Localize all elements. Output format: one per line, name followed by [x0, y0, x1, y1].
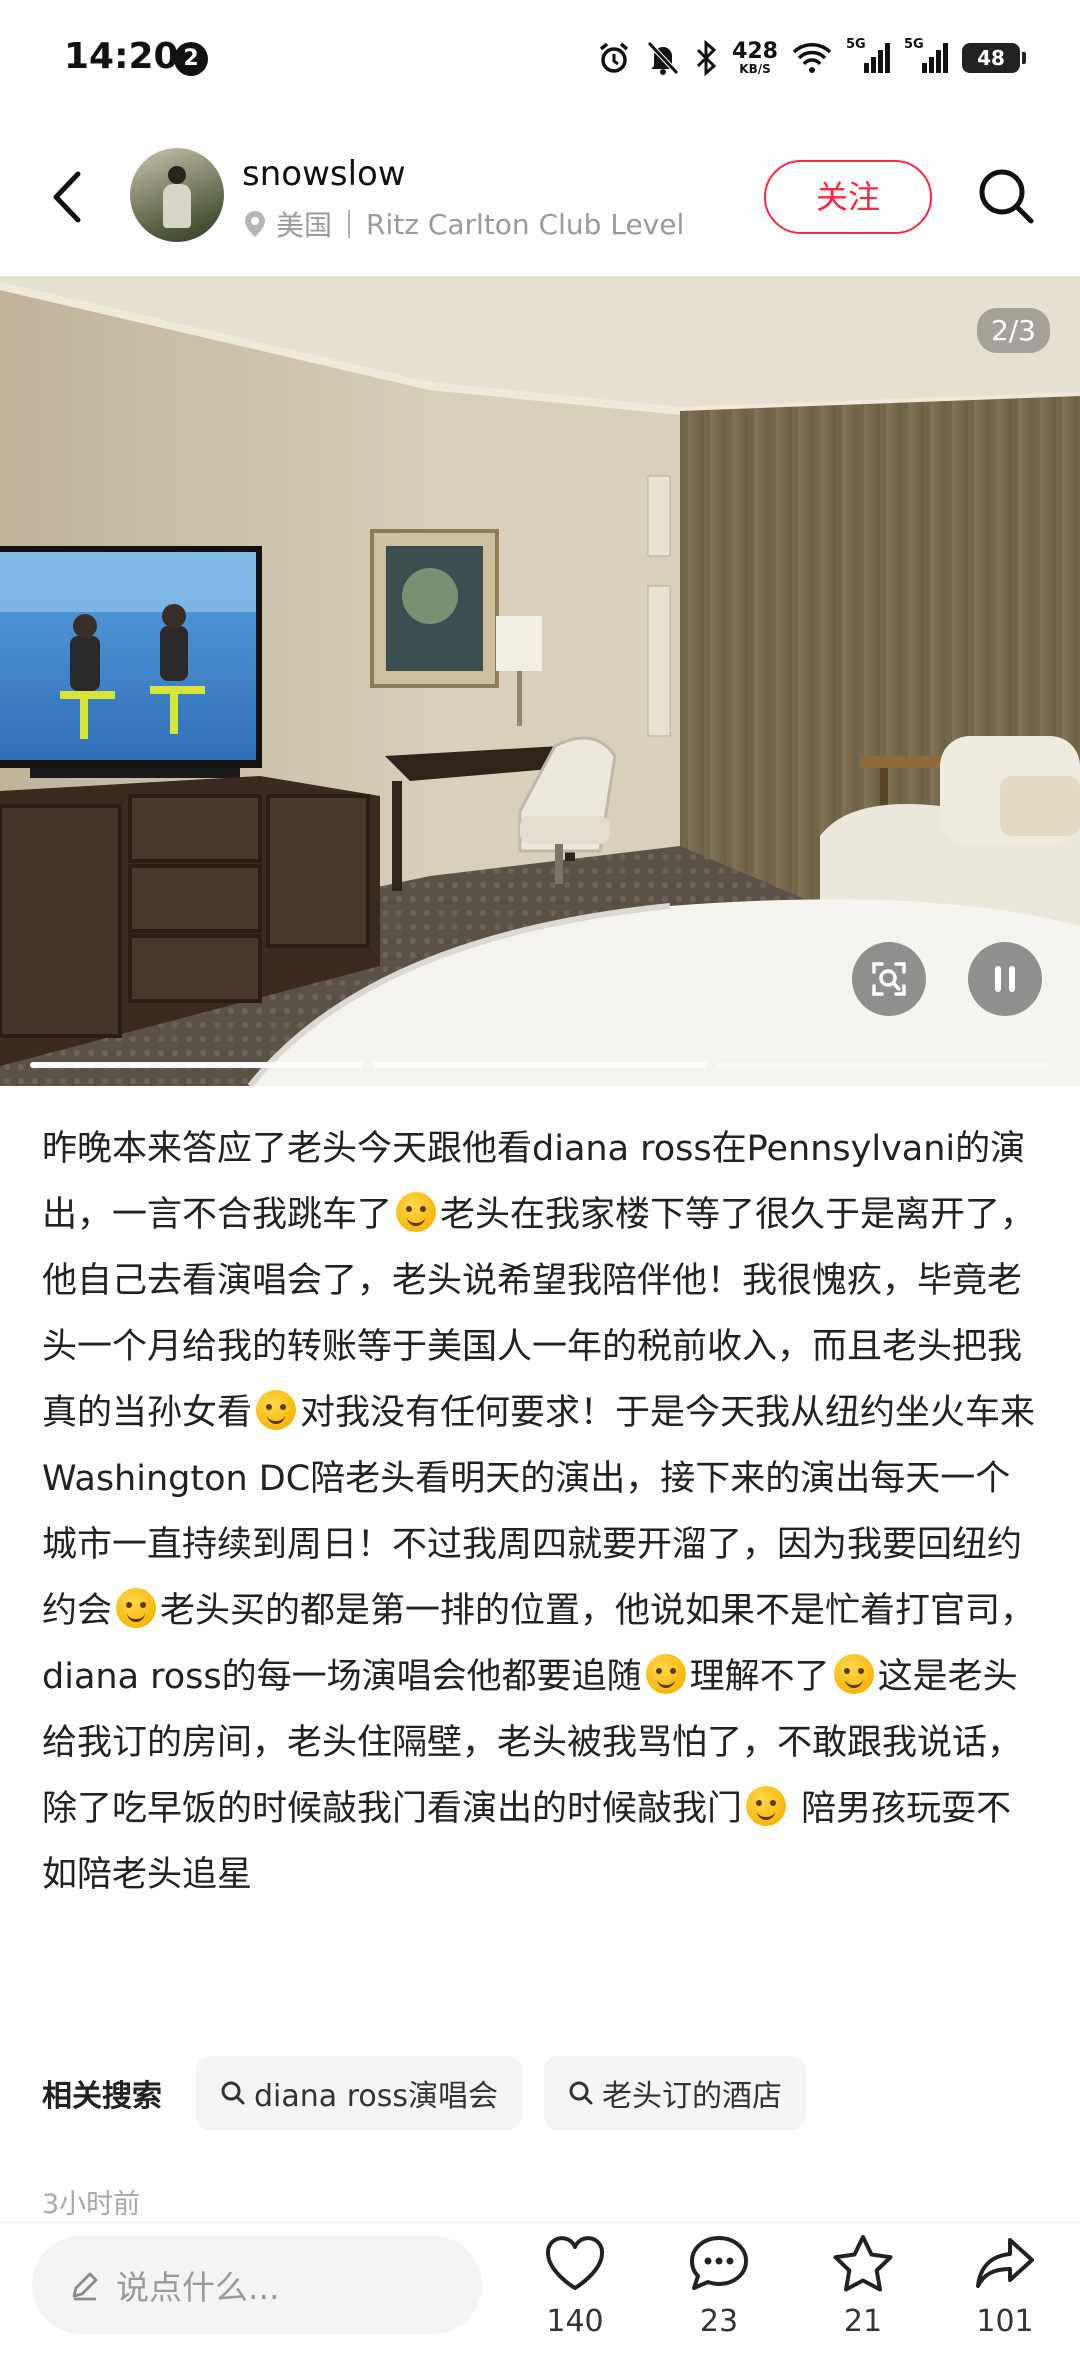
- signal-1-label: 5G: [846, 37, 866, 52]
- related-search-label: 相关搜索: [42, 2079, 162, 2114]
- battery-indicator: 48: [962, 43, 1026, 73]
- share-count: 101: [976, 2304, 1034, 2339]
- progress-segment: [373, 1062, 707, 1068]
- net-speed: 428 KB/S: [732, 39, 778, 76]
- location-separator: [348, 210, 351, 238]
- post-text-segment: 理解不了: [689, 1657, 830, 1697]
- like-count: 140: [546, 2304, 604, 2339]
- share-icon: [976, 2238, 1034, 2288]
- signal-1: 5G: [846, 37, 890, 75]
- related-search-chip-label: diana ross演唱会: [254, 2079, 498, 2114]
- search-icon: [569, 2081, 593, 2105]
- search-icon: [221, 2081, 245, 2105]
- status-time: 14:20: [64, 36, 179, 77]
- progress-segment: [30, 1062, 364, 1068]
- persevering-face-emoji-icon: [833, 1654, 874, 1694]
- avatar[interactable]: [130, 148, 224, 242]
- signal-2: 5G: [904, 37, 948, 75]
- grinning-face-emoji-icon: [116, 1588, 157, 1628]
- related-search-chip[interactable]: diana ross演唱会: [196, 2056, 522, 2130]
- post-content: 昨晚本来答应了老头今天跟他看diana ross在Pennsylvani的演出，…: [42, 1116, 1038, 1908]
- like-button[interactable]: 140: [520, 2232, 630, 2368]
- signal-2-label: 5G: [904, 37, 924, 52]
- notification-badge: 2: [174, 42, 208, 76]
- post-photo[interactable]: 2/3: [0, 276, 1080, 1086]
- comment-count: 23: [699, 2304, 739, 2339]
- comment-placeholder: 说点什么...: [116, 2268, 280, 2307]
- search-icon: [979, 169, 1034, 224]
- pause-icon: [995, 966, 1015, 992]
- net-speed-value: 428: [732, 39, 778, 64]
- image-search-button[interactable]: [852, 942, 926, 1016]
- comment-input[interactable]: 说点什么...: [32, 2236, 482, 2334]
- mute-bell-icon: [647, 41, 679, 75]
- wifi-icon: [792, 43, 832, 73]
- progress-segment: [716, 1062, 1050, 1068]
- comment-button[interactable]: 23: [664, 2232, 774, 2368]
- pause-button[interactable]: [968, 942, 1042, 1016]
- share-button[interactable]: 101: [950, 2232, 1060, 2368]
- location[interactable]: 美国 Ritz Carlton Club Level: [244, 204, 684, 244]
- favorite-count: 21: [843, 2304, 883, 2339]
- related-search: 相关搜索 diana ross演唱会 老头订的酒店: [42, 2056, 806, 2130]
- heart-icon: [545, 2236, 605, 2290]
- search-button[interactable]: [972, 162, 1040, 230]
- location-place: Ritz Carlton Club Level: [366, 207, 685, 241]
- pencil-icon: [72, 2272, 98, 2301]
- related-search-chip[interactable]: 老头订的酒店: [543, 2056, 806, 2130]
- status-bar: 14:20 2 428 KB/S 5G 5G 48: [0, 0, 1080, 118]
- persevering-face-emoji-icon: [256, 1390, 297, 1430]
- related-search-chip-label: 老头订的酒店: [601, 2079, 782, 2114]
- star-icon: [833, 2235, 893, 2292]
- persevering-face-emoji-icon: [396, 1192, 437, 1232]
- rolling-laughing-face-emoji-icon: [746, 1786, 787, 1826]
- chevron-left-icon: [53, 171, 81, 223]
- divider: [0, 2222, 1080, 2223]
- location-pin-icon: [245, 211, 265, 237]
- post-time: 3小时前: [42, 2189, 141, 2220]
- follow-button[interactable]: 关注: [764, 160, 932, 234]
- post-header: snowslow 美国 Ritz Carlton Club Level 关注: [0, 136, 1080, 256]
- location-country: 美国: [276, 209, 333, 242]
- net-speed-unit: KB/S: [739, 62, 771, 76]
- favorite-button[interactable]: 21: [808, 2232, 918, 2368]
- bluetooth-icon: [697, 40, 717, 76]
- alarm-icon: [599, 42, 629, 73]
- persevering-face-emoji-icon: [645, 1654, 686, 1694]
- scan-icon: [872, 962, 906, 996]
- username[interactable]: snowslow: [242, 154, 406, 194]
- comment-bubble-icon: [690, 2236, 748, 2290]
- slide-progress: [30, 1062, 1050, 1070]
- status-icons: 428 KB/S 5G 5G 48: [596, 36, 1026, 80]
- image-counter: 2/3: [976, 308, 1050, 353]
- back-button[interactable]: [40, 162, 100, 232]
